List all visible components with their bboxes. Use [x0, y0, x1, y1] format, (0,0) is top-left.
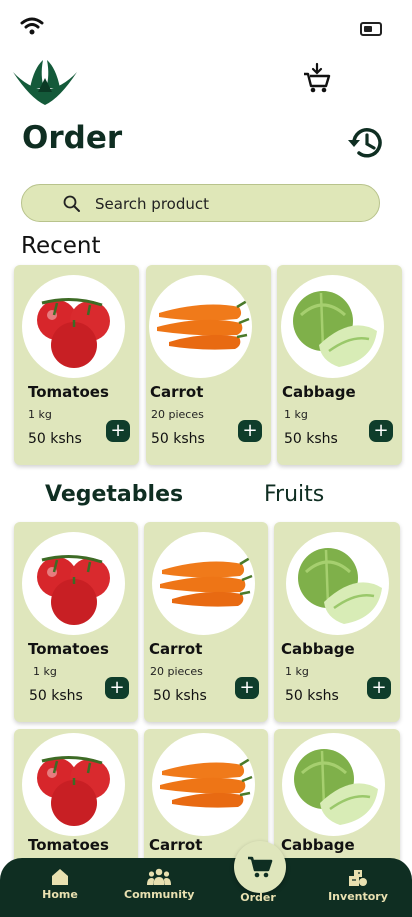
product-name: Carrot [149, 640, 203, 658]
battery-icon [360, 22, 382, 36]
product-price: 50 kshs [29, 688, 83, 704]
search-placeholder: Search product [95, 195, 209, 213]
add-button[interactable]: + [106, 420, 130, 442]
product-qty: 1 kg [28, 408, 52, 421]
product-card[interactable]: Cabbage [274, 729, 400, 879]
nav-home-label: Home [42, 888, 78, 901]
status-bar [0, 0, 412, 56]
cart-icon [248, 856, 273, 878]
product-qty: 20 pieces [151, 408, 204, 421]
add-button[interactable]: + [235, 677, 259, 699]
nav-inventory[interactable]: Inventory [328, 868, 388, 903]
product-price: 50 kshs [285, 688, 339, 704]
product-name: Carrot [150, 383, 204, 401]
carrot-image [149, 275, 252, 378]
add-button[interactable]: + [238, 420, 262, 442]
product-card[interactable]: Tomatoes 1 kg 50 kshs + [14, 265, 139, 465]
tomato-image [22, 733, 125, 836]
home-icon [52, 869, 68, 885]
add-button[interactable]: + [369, 420, 393, 442]
add-button[interactable]: + [367, 677, 391, 699]
search-input[interactable]: Search product [21, 184, 380, 222]
cabbage-image [281, 275, 384, 378]
search-icon [63, 195, 80, 212]
product-qty: 1 kg [33, 665, 57, 678]
recent-heading: Recent [21, 233, 101, 259]
product-price: 50 kshs [284, 431, 338, 447]
product-name: Cabbage [281, 640, 355, 658]
nav-community-label: Community [124, 888, 195, 901]
product-qty: 20 pieces [150, 665, 203, 678]
nav-order[interactable]: Order [238, 891, 278, 904]
product-name: Tomatoes [28, 836, 109, 854]
nav-order-label: Order [240, 891, 276, 904]
logo-icon [13, 60, 77, 105]
nav-home[interactable]: Home [40, 868, 80, 901]
tomato-image [22, 532, 125, 635]
product-card[interactable]: Carrot 20 pieces 50 kshs + [144, 522, 268, 722]
inventory-icon [349, 870, 367, 886]
history-icon[interactable] [346, 124, 386, 162]
product-name: Tomatoes [28, 640, 109, 658]
nav-inventory-label: Inventory [328, 890, 388, 903]
cabbage-image [282, 733, 385, 836]
product-card[interactable]: Cabbage 1 kg 50 kshs + [274, 522, 400, 722]
page-title: Order [22, 120, 123, 156]
product-card[interactable]: Cabbage 1 kg 50 kshs + [277, 265, 402, 465]
product-qty: 1 kg [285, 665, 309, 678]
add-button[interactable]: + [105, 677, 129, 699]
cabbage-image [286, 532, 389, 635]
community-icon [147, 868, 171, 885]
product-card[interactable]: Tomatoes [14, 729, 138, 879]
carrot-image [152, 733, 255, 836]
product-price: 50 kshs [28, 431, 82, 447]
cart-download-icon[interactable] [303, 62, 331, 94]
product-name: Cabbage [282, 383, 356, 401]
nav-community[interactable]: Community [124, 868, 194, 901]
product-name: Carrot [149, 836, 203, 854]
carrot-image [152, 532, 255, 635]
product-price: 50 kshs [151, 431, 205, 447]
tomato-image [22, 275, 125, 378]
tab-fruits[interactable]: Fruits [264, 482, 324, 507]
product-name: Cabbage [281, 836, 355, 854]
product-price: 50 kshs [153, 688, 207, 704]
tab-vegetables[interactable]: Vegetables [45, 482, 183, 507]
product-card[interactable]: Tomatoes 1 kg 50 kshs + [14, 522, 138, 722]
wifi-icon [20, 17, 44, 35]
product-name: Tomatoes [28, 383, 109, 401]
order-nav-bubble[interactable] [234, 841, 286, 893]
product-qty: 1 kg [284, 408, 308, 421]
product-card[interactable]: Carrot 20 pieces 50 kshs + [146, 265, 271, 465]
